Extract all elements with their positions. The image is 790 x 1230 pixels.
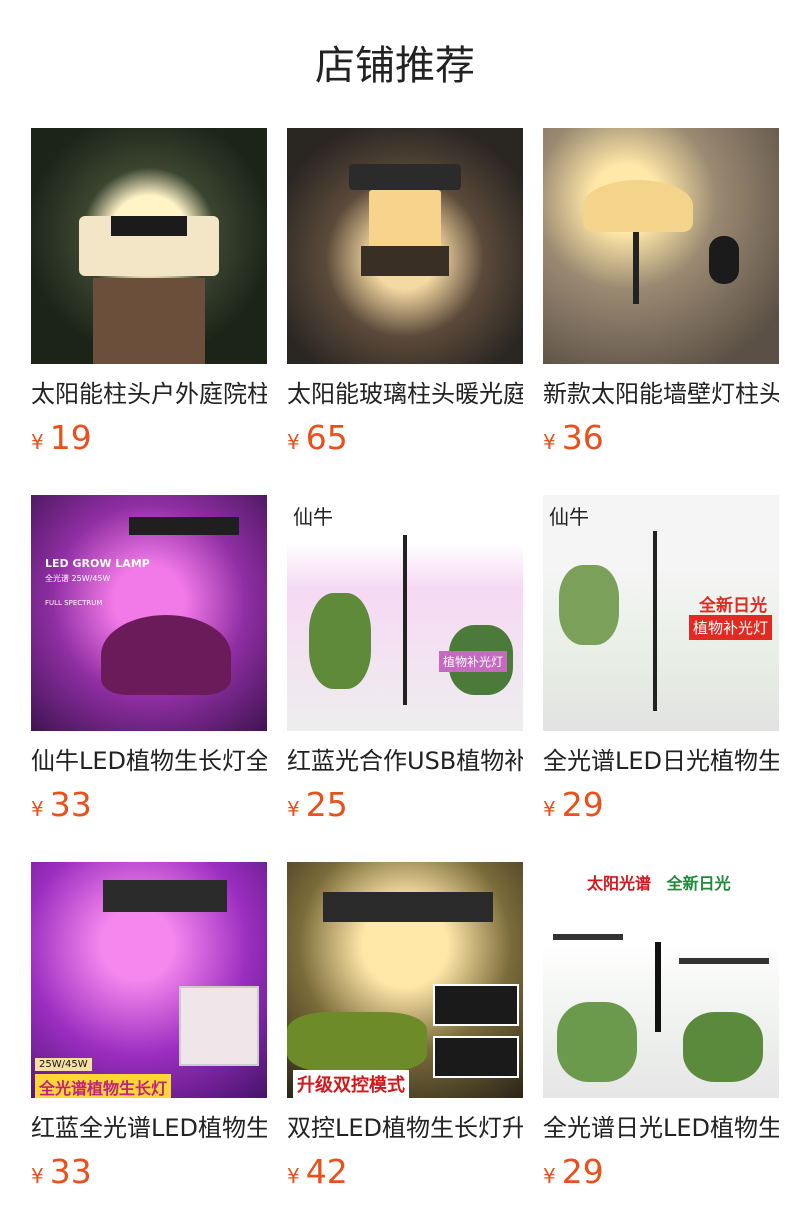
- price-value: 33: [49, 1152, 92, 1191]
- product-row: 太阳能柱头户外庭院柱头灯 ¥19 太阳能玻璃柱头暖光庭院灯 ¥65: [31, 128, 790, 495]
- image-brand: 仙牛: [293, 505, 333, 529]
- product-row: LED GROW LAMP 全光谱 25W/45W FULL SPECTRUM …: [31, 495, 790, 862]
- product-card[interactable]: 25W/45W 全光谱植物生长灯 红蓝全光谱LED植物生长灯 ¥33: [31, 862, 267, 1229]
- product-name[interactable]: 全光谱LED日光植物生长灯: [543, 745, 779, 777]
- product-card[interactable]: 仙牛 全新日光 植物补光灯 全光谱LED日光植物生长灯 ¥29: [543, 495, 779, 862]
- product-image-daylight-grow-light[interactable]: 仙牛 全新日光 植物补光灯: [543, 495, 779, 731]
- currency-symbol: ¥: [31, 797, 44, 821]
- image-headline: 太阳光谱 全新日光: [587, 870, 731, 894]
- image-headline-green: 全新日光: [666, 874, 731, 893]
- product-price: ¥25: [287, 785, 523, 825]
- product-price: ¥29: [543, 785, 779, 825]
- product-card[interactable]: 太阳能玻璃柱头暖光庭院灯 ¥65: [287, 128, 523, 495]
- product-image-sun-spectrum-grow-light[interactable]: 太阳光谱 全新日光: [543, 862, 779, 1098]
- product-price: ¥65: [287, 418, 523, 458]
- store-recommendation-page: 店铺推荐 太阳能柱头户外庭院柱头灯 ¥19: [0, 0, 790, 1230]
- price-value: 65: [305, 418, 348, 457]
- currency-symbol: ¥: [287, 797, 300, 821]
- product-card[interactable]: 升级双控模式 双控LED植物生长灯升级款 ¥42: [287, 862, 523, 1229]
- product-card[interactable]: 太阳能柱头户外庭院柱头灯 ¥19: [31, 128, 267, 495]
- product-name[interactable]: 太阳能柱头户外庭院柱头灯: [31, 378, 267, 410]
- currency-symbol: ¥: [543, 797, 556, 821]
- price-value: 29: [561, 785, 604, 824]
- product-name[interactable]: 红蓝全光谱LED植物生长灯: [31, 1112, 267, 1144]
- product-price: ¥33: [31, 785, 267, 825]
- product-price: ¥33: [31, 1152, 267, 1192]
- image-headline-2: 植物补光灯: [689, 615, 773, 640]
- product-name[interactable]: 仙牛LED植物生长灯全光谱: [31, 745, 267, 777]
- product-image-usb-grow-light[interactable]: 仙牛 植物补光灯: [287, 495, 523, 731]
- currency-symbol: ¥: [31, 430, 44, 454]
- product-name[interactable]: 新款太阳能墙壁灯柱头灯: [543, 378, 779, 410]
- product-name[interactable]: 双控LED植物生长灯升级款: [287, 1112, 523, 1144]
- currency-symbol: ¥: [287, 1164, 300, 1188]
- image-bottom-title: 全光谱植物生长灯: [35, 1074, 172, 1098]
- product-price: ¥36: [543, 418, 779, 458]
- price-value: 25: [305, 785, 348, 824]
- product-price: ¥29: [543, 1152, 779, 1192]
- currency-symbol: ¥: [543, 1164, 556, 1188]
- product-image-led-grow-lamp[interactable]: LED GROW LAMP 全光谱 25W/45W FULL SPECTRUM: [31, 495, 267, 731]
- section-title: 店铺推荐: [315, 43, 475, 89]
- image-subtitle: 全光谱 25W/45W: [45, 574, 111, 583]
- product-price: ¥42: [287, 1152, 523, 1192]
- price-value: 29: [561, 1152, 604, 1191]
- product-image-dual-control-grow-light[interactable]: 升级双控模式: [287, 862, 523, 1098]
- product-image-full-spectrum-grow-light[interactable]: 25W/45W 全光谱植物生长灯: [31, 862, 267, 1098]
- product-card[interactable]: 新款太阳能墙壁灯柱头灯 ¥36: [543, 128, 779, 495]
- product-name[interactable]: 红蓝光合作USB植物补光灯: [287, 745, 523, 777]
- product-name[interactable]: 太阳能玻璃柱头暖光庭院灯: [287, 378, 523, 410]
- image-spec: 25W/45W: [35, 1058, 92, 1071]
- currency-symbol: ¥: [287, 430, 300, 454]
- product-grid: 太阳能柱头户外庭院柱头灯 ¥19 太阳能玻璃柱头暖光庭院灯 ¥65: [31, 128, 790, 1229]
- price-value: 33: [49, 785, 92, 824]
- product-price: ¥19: [31, 418, 267, 458]
- image-bottom-title: 升级双控模式: [293, 1070, 409, 1098]
- price-value: 36: [561, 418, 604, 457]
- currency-symbol: ¥: [543, 430, 556, 454]
- price-value: 42: [305, 1152, 348, 1191]
- currency-symbol: ¥: [31, 1164, 44, 1188]
- product-card[interactable]: LED GROW LAMP 全光谱 25W/45W FULL SPECTRUM …: [31, 495, 267, 862]
- product-image-wall-light[interactable]: [543, 128, 779, 364]
- image-full-spectrum: FULL SPECTRUM: [45, 599, 103, 607]
- price-value: 19: [49, 418, 92, 457]
- image-headline-red: 太阳光谱: [587, 874, 652, 893]
- image-brand: 仙牛: [549, 505, 589, 529]
- image-tag: 植物补光灯: [439, 651, 508, 672]
- product-row: 25W/45W 全光谱植物生长灯 红蓝全光谱LED植物生长灯 ¥33 升级双控模…: [31, 862, 790, 1229]
- image-headline: 全新日光: [699, 596, 767, 616]
- product-image-solar-post-light[interactable]: [31, 128, 267, 364]
- product-card[interactable]: 仙牛 植物补光灯 红蓝光合作USB植物补光灯 ¥25: [287, 495, 523, 862]
- product-name[interactable]: 全光谱日光LED植物生长灯: [543, 1112, 779, 1144]
- product-card[interactable]: 太阳光谱 全新日光 全光谱日光LED植物生长灯 ¥29: [543, 862, 779, 1229]
- product-image-glass-post-light[interactable]: [287, 128, 523, 364]
- image-title: LED GROW LAMP: [45, 557, 150, 570]
